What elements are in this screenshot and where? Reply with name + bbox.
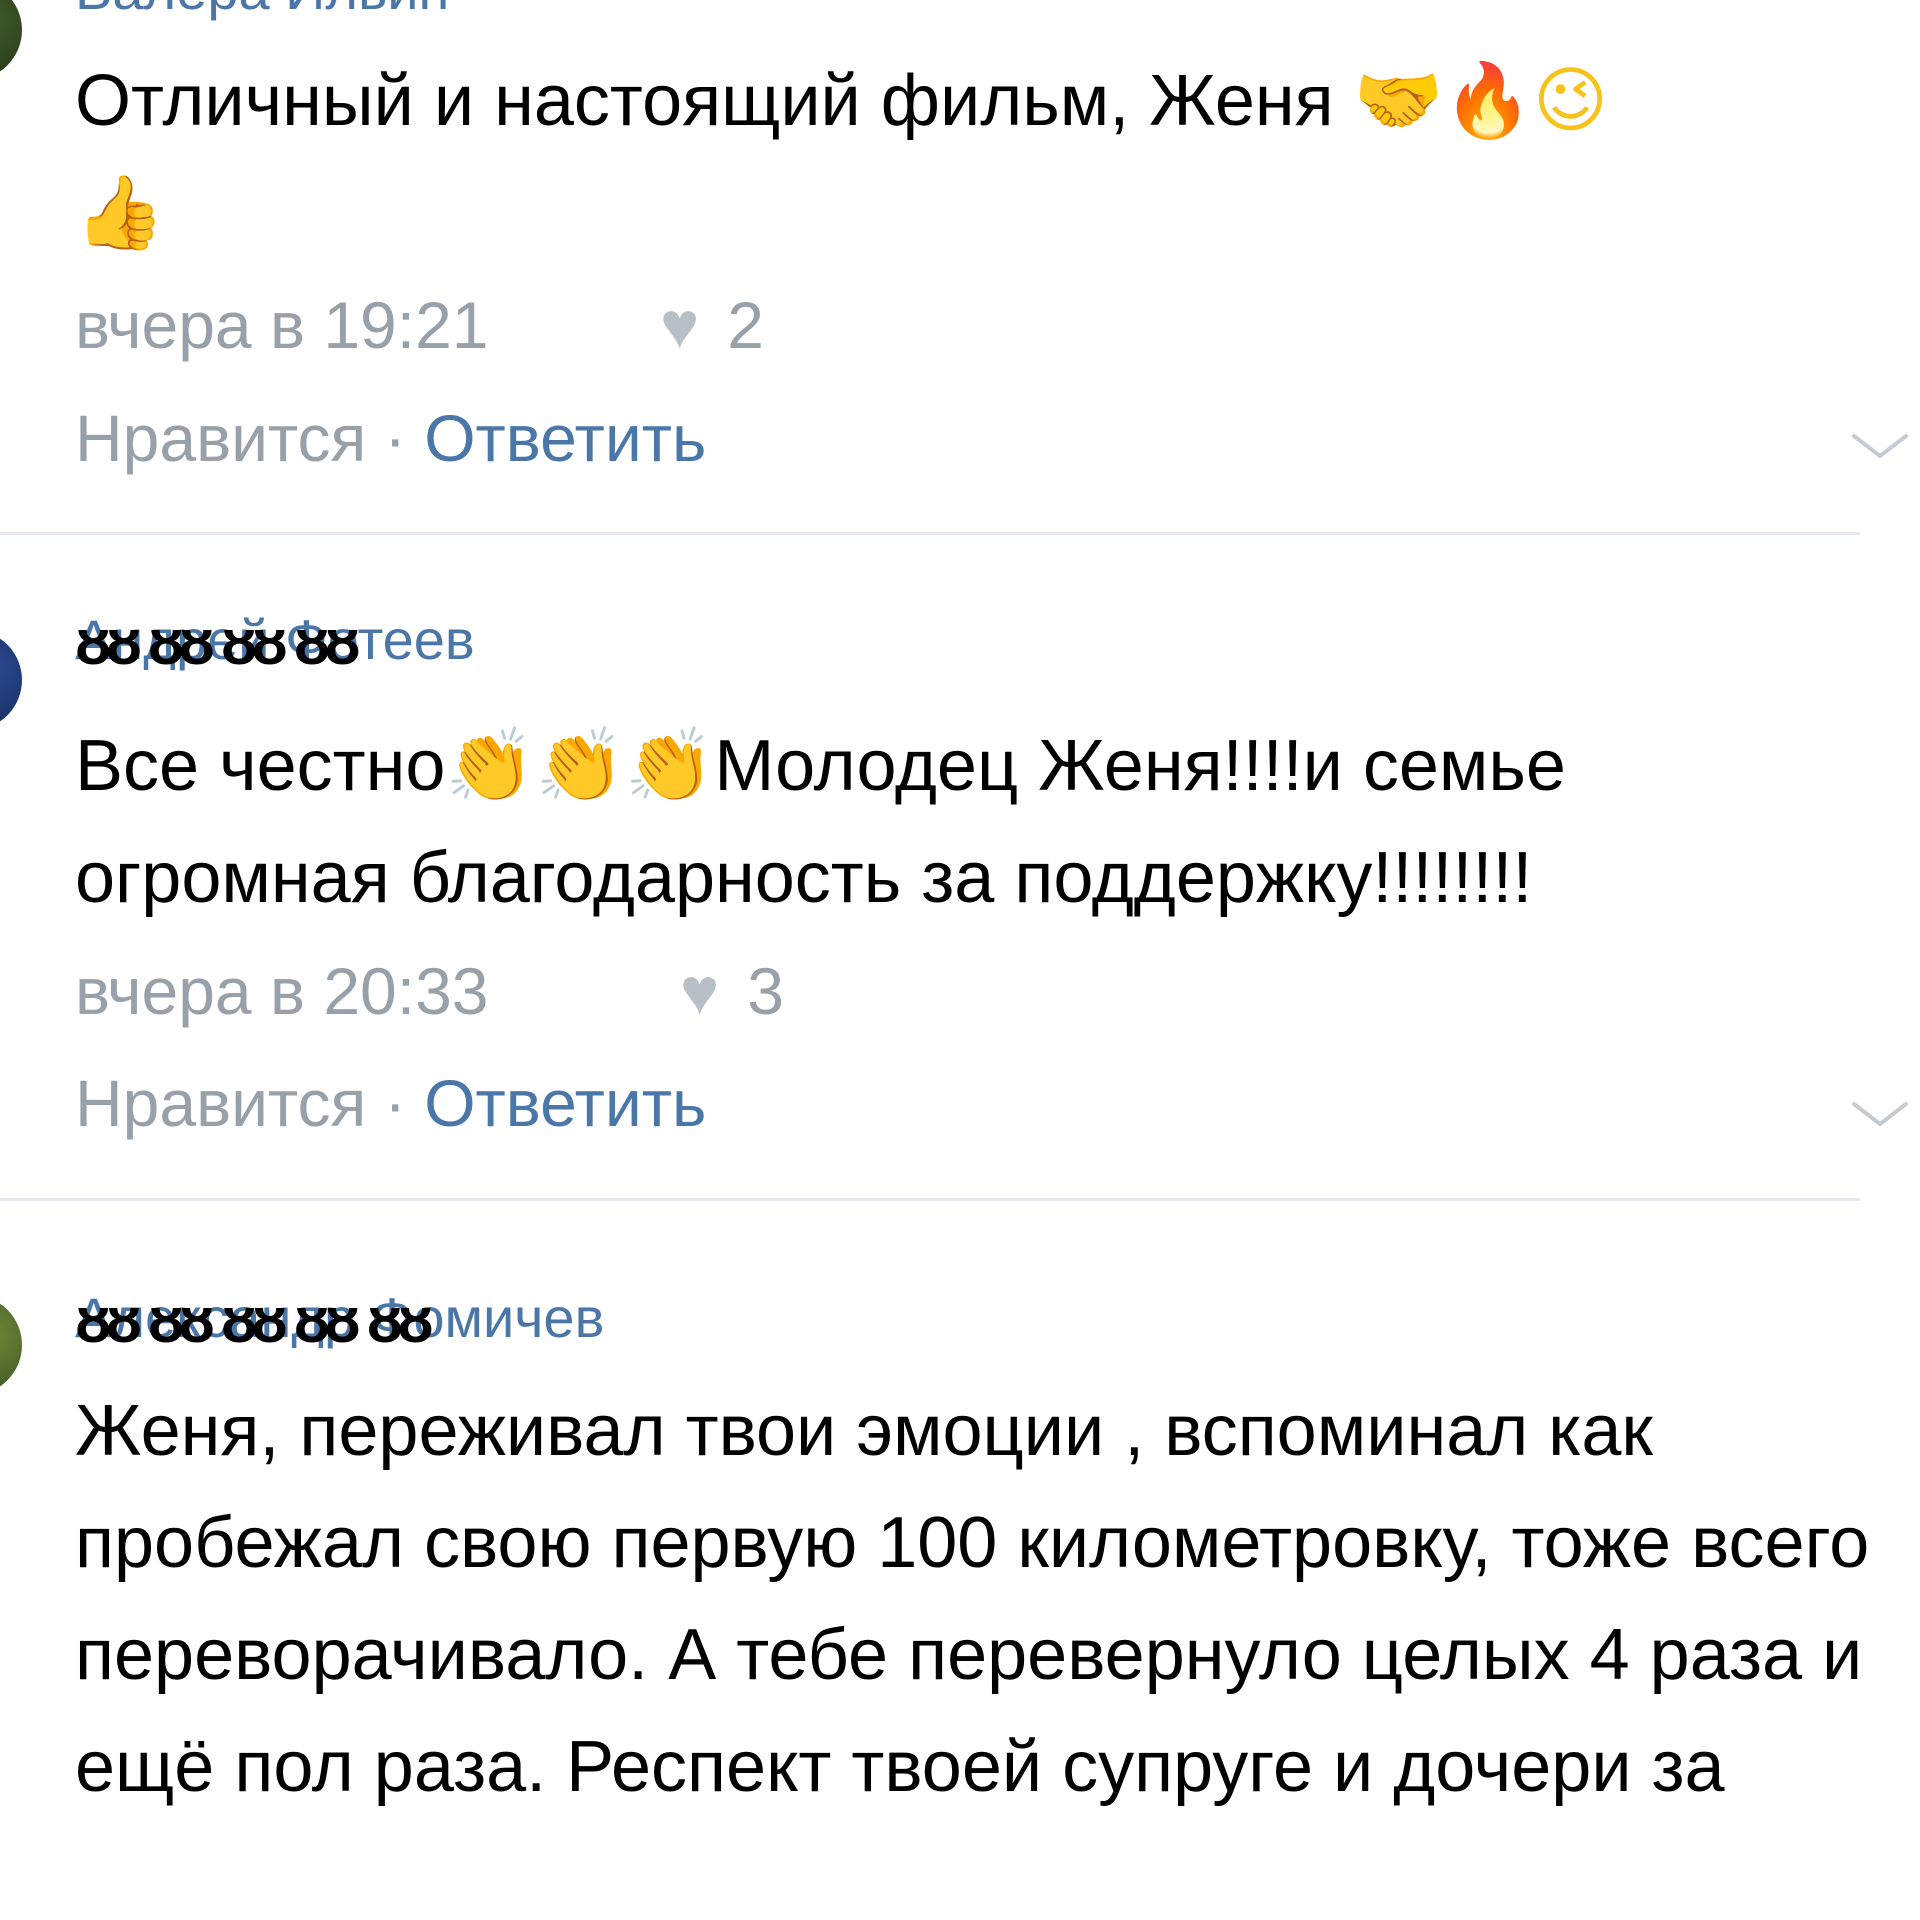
wink-emoji: 😉 <box>1532 61 1609 141</box>
like-count[interactable]: ♥ 3 <box>680 958 784 1024</box>
comment-divider <box>0 532 1860 535</box>
like-count[interactable]: ♥ 2 <box>660 292 764 358</box>
thumbs-up-emoji: 👍 <box>75 173 165 253</box>
avatar[interactable] <box>0 630 22 730</box>
comment-author[interactable]: Александр Фомичев ᴕᴕ ᴕᴕ ᴕᴕ ᴕᴕ ᴕᴕ <box>75 1288 604 1352</box>
like-count-value: 3 <box>747 954 784 1028</box>
fire-emoji: 🔥 <box>1443 61 1533 141</box>
comment-author[interactable]: Андрей Фотеев ᴕᴕ ᴕᴕ ᴕᴕ ᴕᴕ <box>75 610 475 674</box>
comment-text: Отличный и настоящий фильм, Женя 🤝🔥😉 👍 <box>75 45 1875 269</box>
avatar[interactable] <box>0 1295 22 1395</box>
reply-button[interactable]: Ответить <box>424 1066 706 1140</box>
comment-text: Женя, переживал твои эмоции , вспоминал … <box>75 1391 1870 1807</box>
author-name-redaction: ᴕᴕ ᴕᴕ ᴕᴕ ᴕᴕ <box>75 606 361 678</box>
handshake-emoji: 🤝 <box>1353 61 1444 141</box>
author-name-redaction: ᴕᴕ ᴕᴕ ᴕᴕ ᴕᴕ ᴕᴕ <box>75 1284 434 1356</box>
comment-divider <box>0 1198 1860 1201</box>
comment-timestamp: вчера в 20:33 <box>75 954 489 1028</box>
comment-author[interactable]: Валера Ильин <box>75 0 449 18</box>
comment-text-part: Все честно <box>75 726 446 806</box>
heart-icon: ♥ <box>680 954 720 1028</box>
clap-emoji: 👏 <box>535 726 625 806</box>
comments-page: Валера Ильин Отличный и настоящий фильм,… <box>0 0 1920 1920</box>
comment-timestamp: вчера в 19:21 <box>75 288 489 362</box>
like-button[interactable]: Нравится <box>75 1066 366 1140</box>
comment-text: Все честно👏👏👏Молодец Женя!!!!и семье огр… <box>75 710 1875 934</box>
comment-text-part: Отличный и настоящий фильм, Женя <box>75 61 1354 141</box>
comment-actions: Нравится · Ответить <box>75 405 706 471</box>
like-button[interactable]: Нравится <box>75 401 366 475</box>
comment-actions: Нравится · Ответить <box>75 1070 706 1136</box>
actions-separator: · <box>384 401 407 475</box>
heart-icon: ♥ <box>660 288 700 362</box>
author-name[interactable]: Валера Ильин <box>75 0 449 21</box>
chevron-down-icon[interactable] <box>1850 430 1910 460</box>
reply-button[interactable]: Ответить <box>424 401 706 475</box>
chevron-down-icon[interactable] <box>1850 1098 1910 1128</box>
clap-emoji: 👏 <box>445 726 536 806</box>
avatar[interactable] <box>0 0 22 80</box>
clap-emoji: 👏 <box>624 726 715 806</box>
actions-separator: · <box>384 1066 407 1140</box>
like-count-value: 2 <box>727 288 764 362</box>
